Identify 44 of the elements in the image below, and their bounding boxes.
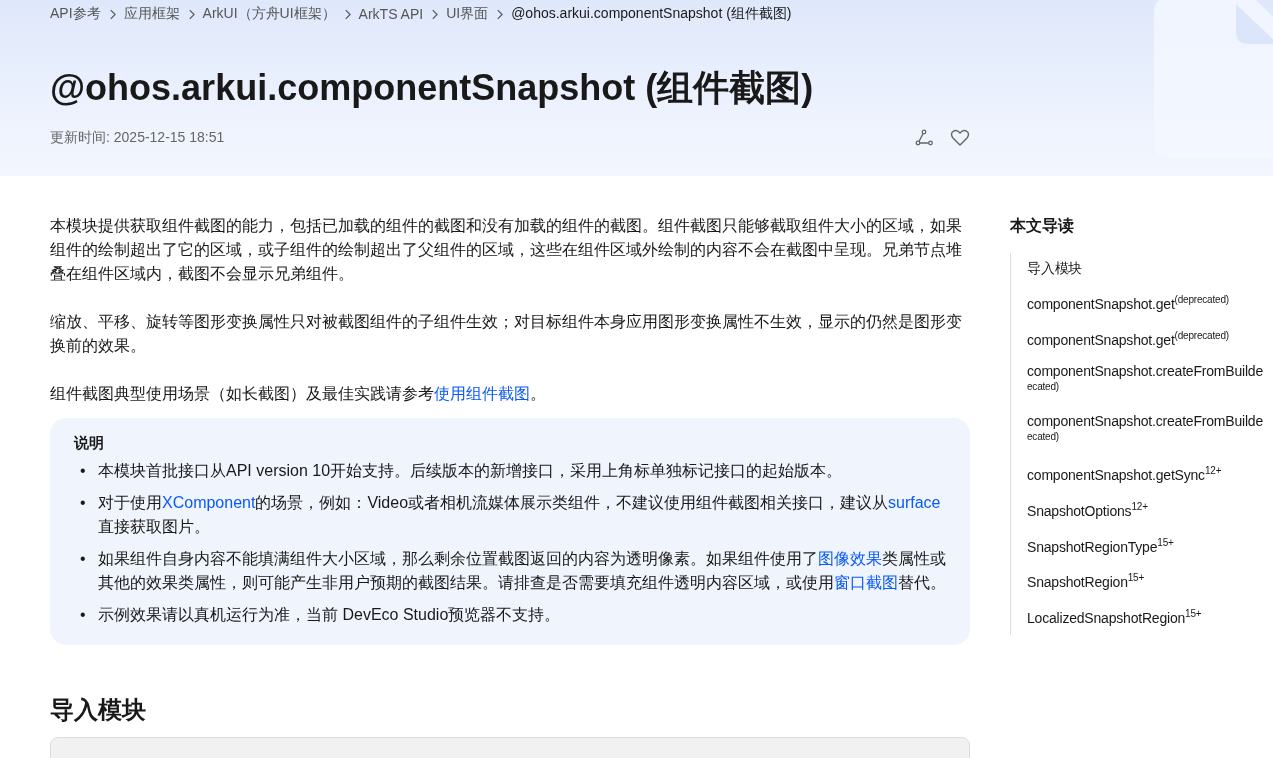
note-item: 对于使用XComponent的场景，例如：Video或者相机流媒体展示类组件，不建议使用组件截图相关接口，建议从surface 直接获取图片。 bbox=[98, 493, 942, 537]
toc-link[interactable]: componentSnapshot.createFromBuilde ecated) bbox=[1027, 360, 1273, 401]
breadcrumb-link[interactable]: ArkTS API bbox=[358, 6, 424, 22]
breadcrumb-link[interactable]: @ohos.arkui.componentSnapshot (组件截图) bbox=[511, 5, 792, 23]
breadcrumb-link[interactable]: API参考 bbox=[50, 5, 101, 23]
toc-link[interactable]: componentSnapshot.createFromBuilde ecated) bbox=[1027, 410, 1273, 451]
note-title: 说明 bbox=[74, 434, 105, 453]
chevron-right-icon bbox=[496, 8, 504, 20]
toc-title: 本文导读 bbox=[1010, 216, 1075, 236]
update-time: 更新时间: 2025-12-15 18:51 bbox=[50, 129, 225, 147]
note-item: 示例效果请以真机运行为准，当前 DevEco Studio预览器不支持。 bbox=[98, 605, 562, 625]
toc-link[interactable]: componentSnapshot.getSync$^{12+}$ bbox=[1027, 460, 1273, 486]
share-icon[interactable] bbox=[914, 128, 934, 148]
paragraph: 缩放、平移、旋转等图形变换属性只对被截图组件的子组件生效；对目标组件本身应用图形变换属性不生效，显示的仍然是图形变换前的效果。 bbox=[50, 312, 963, 356]
toc-link[interactable]: SnapshotRegion$^{15+}$ bbox=[1027, 567, 1273, 593]
page-title: @ohos.arkui.componentSnapshot (组件截图) bbox=[50, 66, 815, 110]
link[interactable]: 图像效果 bbox=[818, 550, 882, 567]
note-item: 如果组件自身内容不能填满组件大小区域，那么剩余位置截图返回的内容为透明像素。如果组件使用了图像效果类属性或其他的效果类属性，则可能产生非用户预期的截图结果。请排查是否需要填充组件透明内容区域，或使用窗口截图替代。 bbox=[98, 549, 946, 593]
bullet: • bbox=[80, 605, 87, 625]
toc-link[interactable]: SnapshotRegionType$^{15+}$ bbox=[1027, 531, 1273, 558]
link[interactable]: surface bbox=[888, 494, 941, 511]
note-item: 本模块首批接口从API version 10开始支持。后续版本的新增接口，采用上角标单独标记接口的起始版本。 bbox=[98, 461, 844, 481]
link[interactable]: XComponent bbox=[162, 494, 256, 511]
toc-link[interactable]: SnapshotOptions$^{12+}$ bbox=[1027, 495, 1273, 522]
paragraph: 组件截图典型使用场景（如长截图）及最佳实践请参考使用组件截图。 bbox=[50, 384, 547, 404]
chevron-right-icon bbox=[343, 8, 351, 20]
toc-link[interactable]: componentSnapshot.get$^{(deprecated)}$ bbox=[1027, 324, 1273, 351]
paragraph: 本模块提供获取组件截图的能力，包括已加载的组件的截图和没有加载的组件的截图。组件截图只能够截取组件大小的区域，如果组件的绘制超出了它的区域，或子组件的绘制超出了父组件的区域，这些在组件区域外绘制的内容不会在截图中呈现。兄弟节点堆叠在组件区域内，截图不会显示兄弟组件。 bbox=[50, 216, 963, 284]
toc-link[interactable]: componentSnapshot.get$^{(deprecated)}$ bbox=[1027, 289, 1273, 315]
toc-link[interactable]: 导入模块 bbox=[1027, 257, 1273, 279]
breadcrumb-link[interactable]: UI界面 bbox=[446, 5, 489, 23]
link[interactable]: 使用组件截图 bbox=[434, 385, 530, 402]
bullet: • bbox=[80, 493, 87, 513]
toc-link[interactable]: LocalizedSnapshotRegion$^{15+}$ bbox=[1027, 602, 1273, 629]
bullet: • bbox=[80, 549, 87, 569]
section-heading: 导入模块 bbox=[50, 695, 147, 725]
breadcrumb-link[interactable]: 应用框架 bbox=[123, 5, 180, 23]
chevron-right-icon bbox=[431, 8, 439, 20]
breadcrumb-link[interactable]: ArkUI（方舟UI框架） bbox=[202, 5, 336, 23]
heart-icon[interactable] bbox=[950, 128, 970, 148]
chevron-right-icon bbox=[108, 8, 116, 20]
chevron-right-icon bbox=[187, 8, 195, 20]
link[interactable]: 窗口截图 bbox=[834, 574, 898, 591]
bullet: • bbox=[80, 461, 87, 481]
